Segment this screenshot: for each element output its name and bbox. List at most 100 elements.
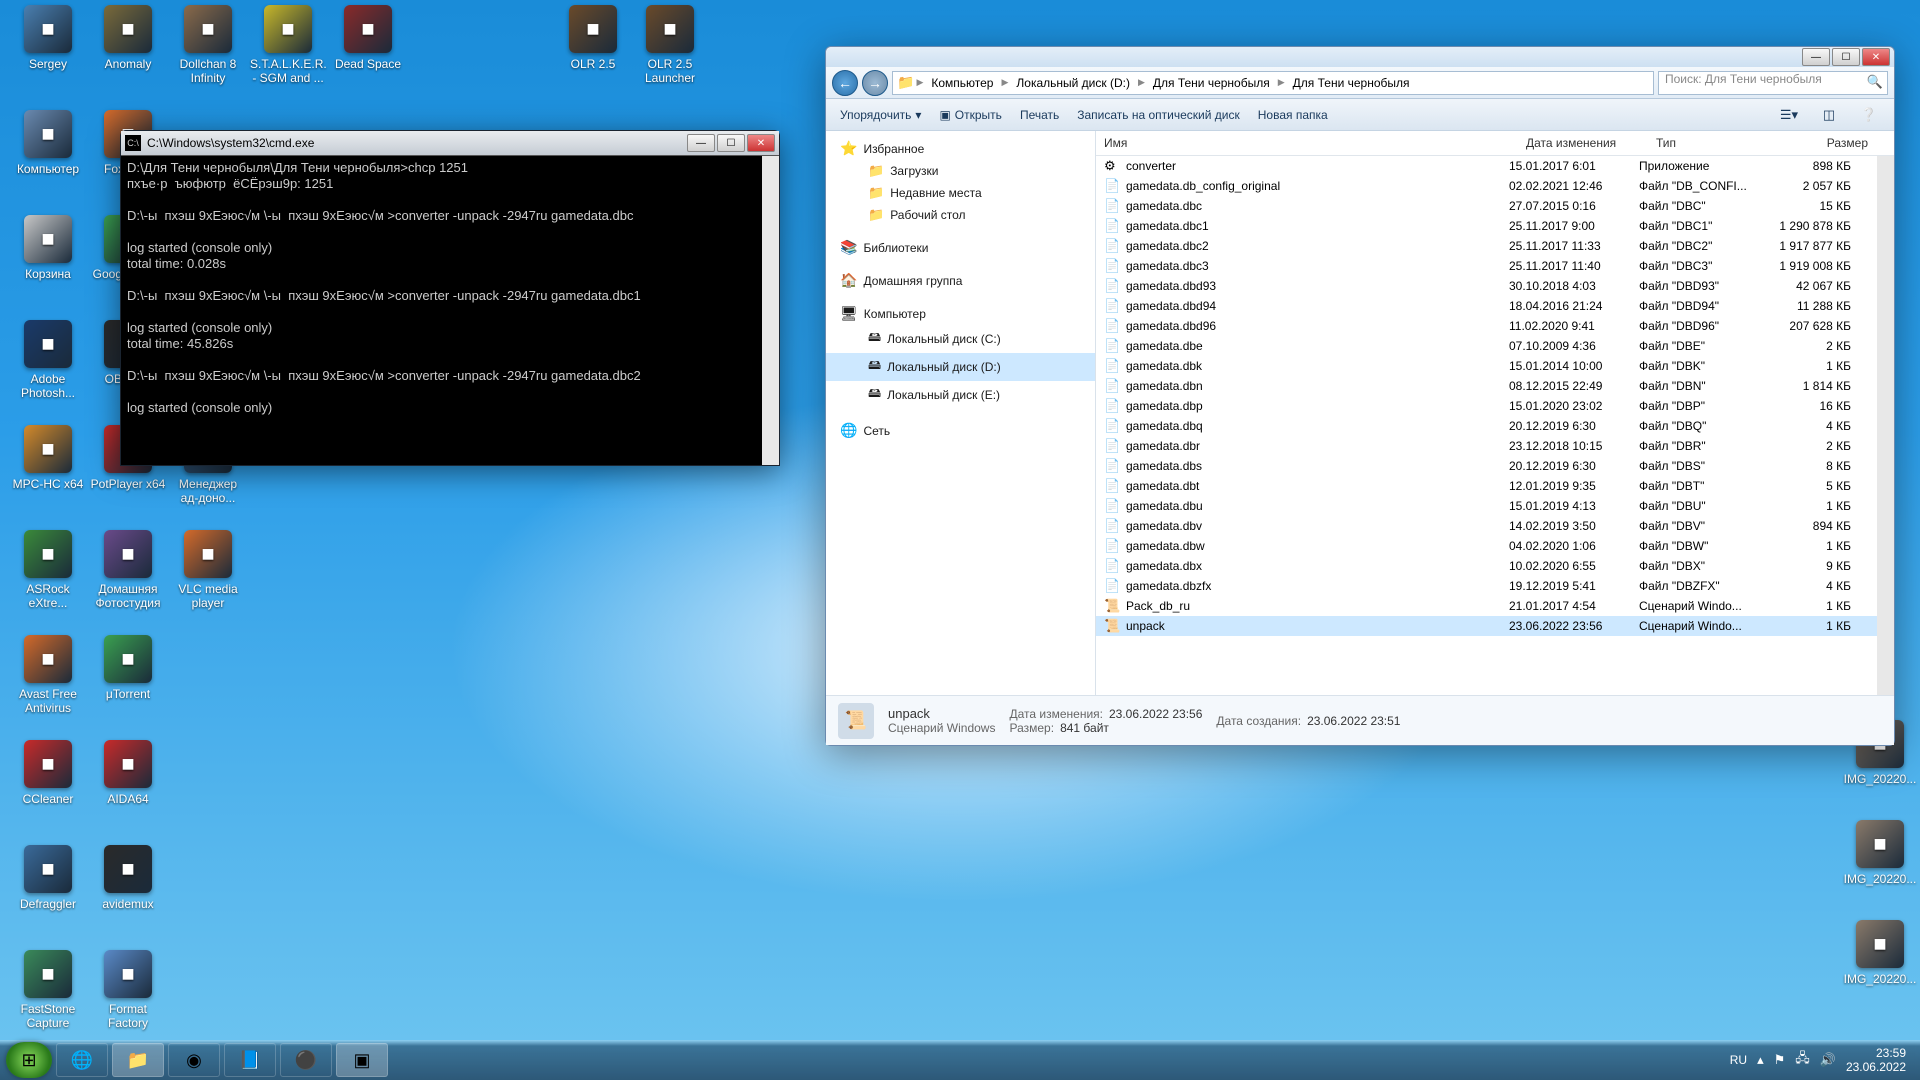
desktop-icon[interactable]: ■Домашняя Фотостудия [90,530,166,611]
file-row[interactable]: 📄gamedata.dbx10.02.2020 6:55Файл "DBX"9 … [1096,556,1877,576]
breadcrumb[interactable]: 📁 ▶Компьютер▶Локальный диск (D:)▶Для Тен… [892,71,1654,95]
tree-group-header[interactable]: 🏠Домашняя группа [826,269,1095,292]
file-row[interactable]: 📄gamedata.dbs20.12.2019 6:30Файл "DBS"8 … [1096,456,1877,476]
minimize-button[interactable]: — [1802,48,1830,66]
file-row[interactable]: 📄gamedata.dbw04.02.2020 1:06Файл "DBW"1 … [1096,536,1877,556]
tree-item[interactable]: 📁Загрузки [826,160,1095,182]
tree-item[interactable]: 📁Рабочий стол [826,204,1095,226]
view-button[interactable]: ☰▾ [1778,104,1800,126]
tree-item[interactable]: 📁Недавние места [826,182,1095,204]
tree-group-header[interactable]: 📚Библиотеки [826,236,1095,259]
desktop-icon[interactable]: ■OLR 2.5 Launcher [632,5,708,86]
desktop-icon[interactable]: ■μTorrent [90,635,166,701]
file-row[interactable]: 📜Pack_db_ru21.01.2017 4:54Сценарий Windo… [1096,596,1877,616]
desktop-icon[interactable]: ■avidemux [90,845,166,911]
file-list-body[interactable]: ⚙converter15.01.2017 6:01Приложение898 К… [1096,156,1877,695]
scrollbar[interactable] [762,156,779,465]
file-row[interactable]: 📜unpack23.06.2022 23:56Сценарий Windo...… [1096,616,1877,636]
tree-group-header[interactable]: ⭐Избранное [826,137,1095,160]
tree-group-header[interactable]: 🖥Компьютер [826,302,1095,325]
desktop-icon[interactable]: ■Корзина [10,215,86,281]
tree-item[interactable]: 🖴Локальный диск (D:) [826,353,1095,381]
desktop-icon[interactable]: ■Dollchan 8 Infinity [170,5,246,86]
file-row[interactable]: 📄gamedata.dbc325.11.2017 11:40Файл "DBC3… [1096,256,1877,276]
taskbar-obs[interactable]: ⚫ [280,1043,332,1077]
col-type[interactable]: Тип [1656,136,1786,150]
file-row[interactable]: 📄gamedata.dbv14.02.2019 3:50Файл "DBV"89… [1096,516,1877,536]
close-button[interactable]: ✕ [747,134,775,152]
breadcrumb-item[interactable]: Для Тени чернобыля [1147,76,1276,90]
start-button[interactable]: ⊞ [6,1042,52,1078]
desktop-icon[interactable]: ■Avast Free Antivirus [10,635,86,716]
col-size[interactable]: Размер [1786,136,1886,150]
tray-volume-icon[interactable]: 🔊 [1820,1052,1836,1068]
file-row[interactable]: 📄gamedata.dbd9330.10.2018 4:03Файл "DBD9… [1096,276,1877,296]
desktop-icon[interactable]: ■VLC media player [170,530,246,611]
print-button[interactable]: Печать [1020,108,1059,122]
breadcrumb-item[interactable]: Локальный диск (D:) [1010,76,1136,90]
file-row[interactable]: 📄gamedata.dbr23.12.2018 10:15Файл "DBR"2… [1096,436,1877,456]
help-button[interactable]: ❔ [1858,104,1880,126]
file-row[interactable]: 📄gamedata.dbk15.01.2014 10:00Файл "DBK"1… [1096,356,1877,376]
column-headers[interactable]: Имя Дата изменения Тип Размер [1096,131,1894,156]
desktop-icon[interactable]: ■IMG_20220... [1842,920,1918,986]
close-button[interactable]: ✕ [1862,48,1890,66]
taskbar-chrome[interactable]: ◉ [168,1043,220,1077]
desktop-icon[interactable]: ■S.T.A.L.K.E.R. - SGM and ... [250,5,326,86]
file-row[interactable]: 📄gamedata.dbzfx19.12.2019 5:41Файл "DBZF… [1096,576,1877,596]
back-button[interactable]: ← [832,70,858,96]
taskbar-word[interactable]: 📘 [224,1043,276,1077]
maximize-button[interactable]: ☐ [717,134,745,152]
tray-network-icon[interactable]: 🖧 [1795,1049,1810,1071]
maximize-button[interactable]: ☐ [1832,48,1860,66]
organize-button[interactable]: Упорядочить ▾ [840,108,921,122]
file-row[interactable]: 📄gamedata.dbn08.12.2015 22:49Файл "DBN"1… [1096,376,1877,396]
file-row[interactable]: 📄gamedata.dbq20.12.2019 6:30Файл "DBQ"4 … [1096,416,1877,436]
scrollbar[interactable] [1877,156,1894,695]
minimize-button[interactable]: — [687,134,715,152]
file-row[interactable]: ⚙converter15.01.2017 6:01Приложение898 К… [1096,156,1877,176]
desktop-icon[interactable]: ■OLR 2.5 [555,5,631,71]
file-row[interactable]: 📄gamedata.dbu15.01.2019 4:13Файл "DBU"1 … [1096,496,1877,516]
file-row[interactable]: 📄gamedata.dbp15.01.2020 23:02Файл "DBP"1… [1096,396,1877,416]
cmd-body[interactable]: D:\Для Тени чернобыля\Для Тени чернобыля… [121,155,779,465]
file-row[interactable]: 📄gamedata.dbt12.01.2019 9:35Файл "DBT"5 … [1096,476,1877,496]
file-row[interactable]: 📄gamedata.dbc225.11.2017 11:33Файл "DBC2… [1096,236,1877,256]
tray-flag-icon[interactable]: ⚑ [1774,1052,1786,1068]
desktop-icon[interactable]: ■Sergey [10,5,86,71]
desktop-icon[interactable]: ■Format Factory [90,950,166,1031]
desktop-icon[interactable]: ■Компьютер [10,110,86,176]
file-row[interactable]: 📄gamedata.db_config_original02.02.2021 1… [1096,176,1877,196]
col-date[interactable]: Дата изменения [1526,136,1656,150]
desktop-icon[interactable]: ■MPC-HC x64 [10,425,86,491]
tree-item[interactable]: 🖴Локальный диск (C:) [826,325,1095,353]
preview-pane-button[interactable]: ◫ [1818,104,1840,126]
breadcrumb-item[interactable]: Для Тени чернобыля [1287,76,1416,90]
file-row[interactable]: 📄gamedata.dbc27.07.2015 0:16Файл "DBC"15… [1096,196,1877,216]
desktop-icon[interactable]: ■IMG_20220... [1842,820,1918,886]
col-name[interactable]: Имя [1104,136,1526,150]
burn-button[interactable]: Записать на оптический диск [1077,108,1240,122]
tray-lang[interactable]: RU [1730,1053,1747,1067]
taskbar-ie[interactable]: 🌐 [56,1043,108,1077]
tree-item[interactable]: 🖴Локальный диск (E:) [826,381,1095,409]
desktop-icon[interactable]: ■FastStone Capture [10,950,86,1031]
taskbar-explorer[interactable]: 📁 [112,1043,164,1077]
desktop-icon[interactable]: ■AIDA64 [90,740,166,806]
desktop-icon[interactable]: ■ASRock eXtre... [10,530,86,611]
file-row[interactable]: 📄gamedata.dbd9611.02.2020 9:41Файл "DBD9… [1096,316,1877,336]
taskbar-cmd[interactable]: ▣ [336,1043,388,1077]
tree-group-header[interactable]: 🌐Сеть [826,419,1095,442]
desktop-icon[interactable]: ■Adobe Photosh... [10,320,86,401]
desktop-icon[interactable]: ■Dead Space [330,5,406,71]
desktop-icon[interactable]: ■Anomaly [90,5,166,71]
forward-button[interactable]: → [862,70,888,96]
tray-arrow-icon[interactable]: ▴ [1757,1052,1764,1068]
cmd-titlebar[interactable]: C:\ C:\Windows\system32\cmd.exe — ☐ ✕ [121,131,779,155]
file-row[interactable]: 📄gamedata.dbd9418.04.2016 21:24Файл "DBD… [1096,296,1877,316]
file-row[interactable]: 📄gamedata.dbe07.10.2009 4:36Файл "DBE"2 … [1096,336,1877,356]
open-button[interactable]: ▣ Открыть [939,108,1001,122]
explorer-titlebar[interactable]: — ☐ ✕ [826,47,1894,67]
tray-clock[interactable]: 23:59 23.06.2022 [1846,1046,1906,1075]
search-input[interactable]: Поиск: Для Тени чернобыля [1658,71,1888,95]
